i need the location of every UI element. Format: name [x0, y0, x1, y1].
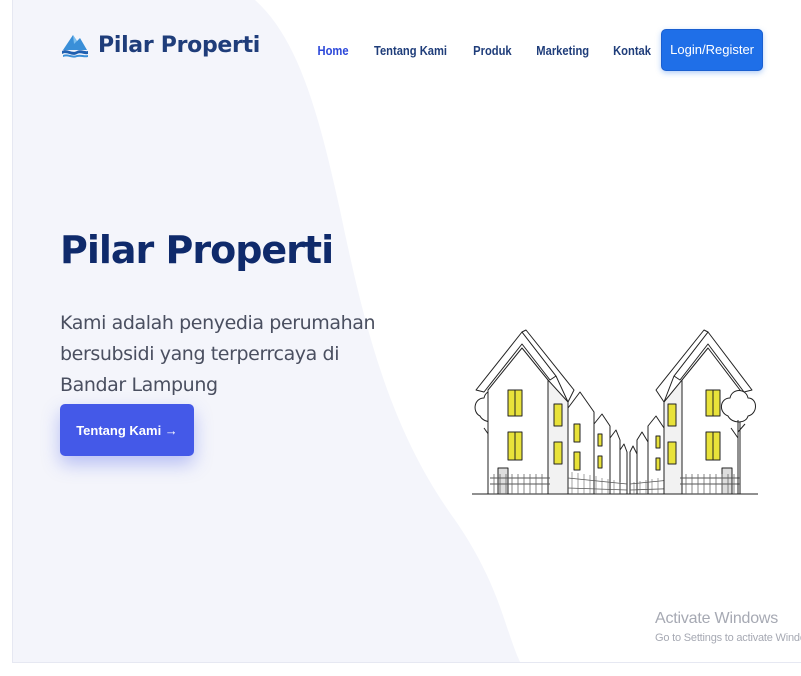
nav-home[interactable]: Home	[317, 43, 348, 58]
activate-windows-title: Activate Windows	[655, 610, 779, 627]
frame-left-border	[12, 0, 13, 662]
hero-title: Pilar Properti	[60, 228, 334, 272]
nav-produk[interactable]: Produk	[473, 43, 512, 58]
activate-windows-subtitle: Go to Settings to activate Windows	[655, 632, 801, 644]
nav-marketing[interactable]: Marketing	[536, 43, 589, 58]
frame-bottom-border	[12, 662, 801, 663]
main-nav: Home Tentang Kami Produk Marketing Konta…	[315, 29, 763, 71]
landing-page: Pilar Properti Home Tentang Kami Produk …	[0, 0, 801, 676]
nav-tentang-kami[interactable]: Tentang Kami	[374, 43, 447, 58]
login-register-button[interactable]: Login/Register	[661, 29, 763, 71]
brand-name: Pilar Properti	[98, 32, 261, 58]
nav-kontak[interactable]: Kontak	[613, 43, 651, 58]
housing-row-illustration	[472, 329, 758, 495]
mountain-wave-logo-icon	[62, 35, 88, 58]
activate-windows-watermark: Activate Windows Go to Settings to activ…	[655, 610, 801, 644]
hero-subtitle: Kami adalah penyedia perumahan bersubsid…	[60, 312, 376, 396]
brand-logo[interactable]: Pilar Properti	[60, 30, 260, 60]
tentang-kami-button[interactable]: Tentang Kami →	[60, 404, 194, 456]
